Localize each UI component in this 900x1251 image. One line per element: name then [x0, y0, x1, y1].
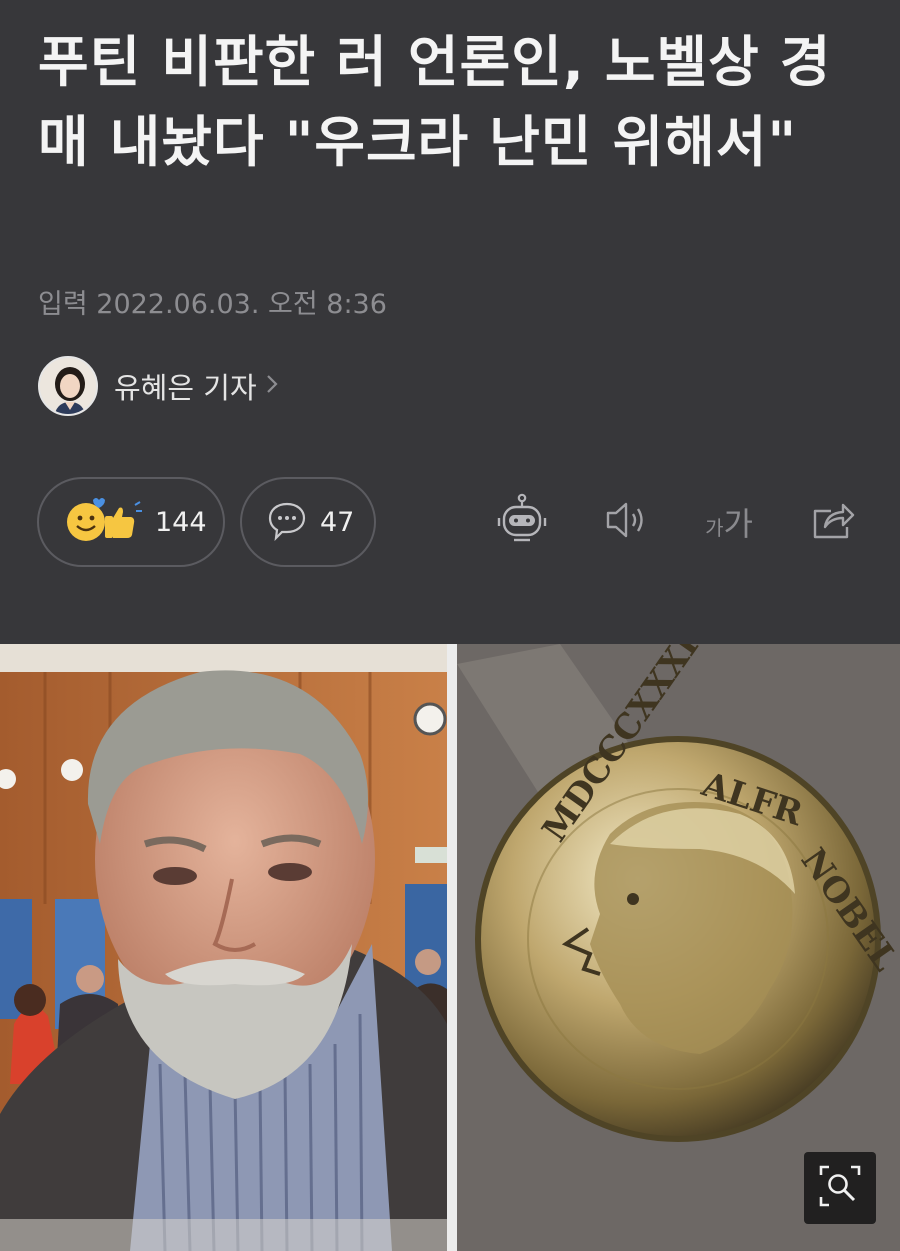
smile-thumbs-up-icon	[65, 496, 143, 548]
speech-bubble-icon	[266, 499, 308, 545]
publish-date: 입력 2022.06.03. 오전 8:36	[38, 289, 387, 320]
font-size-large-label: 가	[723, 505, 753, 543]
summary-bot-button[interactable]	[490, 490, 554, 554]
author-avatar	[38, 356, 98, 416]
zoom-icon	[817, 1163, 863, 1213]
author-name: 유혜은 기자	[114, 371, 257, 405]
author-byline[interactable]: 유혜은 기자	[38, 356, 279, 416]
like-button[interactable]: 144	[37, 477, 225, 567]
article-headline: 푸틴 비판한 러 언론인, 노벨상 경매 내놨다 "우크라 난민 위해서"	[38, 30, 832, 174]
text-to-speech-button[interactable]	[594, 490, 658, 554]
share-button[interactable]	[800, 490, 864, 554]
robot-summary-icon	[494, 492, 550, 552]
comment-button[interactable]: 47	[240, 477, 376, 567]
speaker-icon	[600, 498, 652, 546]
comment-count: 47	[320, 506, 355, 538]
article-photo[interactable]: ALFR NOBEL MDCCCXXXIII	[0, 644, 900, 1251]
share-icon	[807, 497, 857, 547]
font-size-icon: 가가	[705, 499, 753, 545]
font-size-button[interactable]: 가가	[694, 490, 764, 554]
zoom-button[interactable]	[804, 1152, 876, 1224]
font-size-small-label: 가	[705, 516, 724, 540]
like-count: 144	[155, 506, 207, 538]
chevron-right-icon	[265, 372, 279, 400]
